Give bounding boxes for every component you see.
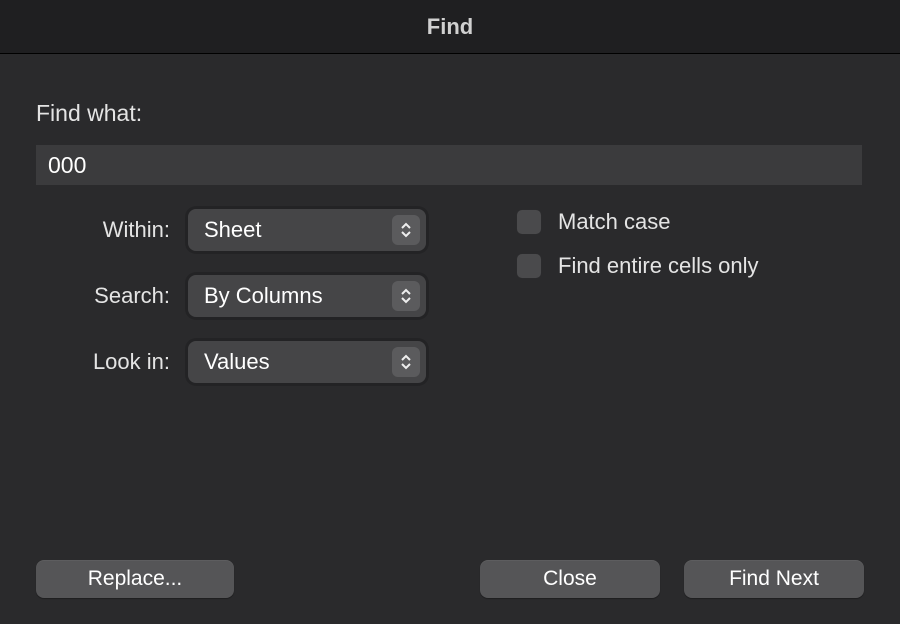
- find-what-label: Find what:: [36, 100, 864, 127]
- entire-cells-row[interactable]: Find entire cells only: [516, 253, 759, 279]
- spacer: [234, 560, 480, 598]
- within-label: Within:: [36, 217, 188, 243]
- within-row: Within: Sheet: [36, 209, 456, 251]
- search-select-value: By Columns: [204, 283, 323, 309]
- lookin-select-value: Values: [204, 349, 270, 375]
- lookin-label: Look in:: [36, 349, 188, 375]
- within-select[interactable]: Sheet: [188, 209, 426, 251]
- options-row: Within: Sheet Search: By Columns: [36, 209, 864, 407]
- lookin-select[interactable]: Values: [188, 341, 426, 383]
- search-label: Search:: [36, 283, 188, 309]
- search-select[interactable]: By Columns: [188, 275, 426, 317]
- entire-cells-label: Find entire cells only: [558, 253, 759, 279]
- chevrons-up-down-icon: [392, 215, 420, 245]
- match-case-label: Match case: [558, 209, 671, 235]
- replace-button[interactable]: Replace...: [36, 560, 234, 598]
- match-case-row[interactable]: Match case: [516, 209, 759, 235]
- entire-cells-checkbox[interactable]: [516, 253, 542, 279]
- within-select-value: Sheet: [204, 217, 262, 243]
- find-next-button[interactable]: Find Next: [684, 560, 864, 598]
- chevrons-up-down-icon: [392, 347, 420, 377]
- left-options-column: Within: Sheet Search: By Columns: [36, 209, 456, 407]
- close-button[interactable]: Close: [480, 560, 660, 598]
- match-case-checkbox[interactable]: [516, 209, 542, 235]
- dialog-content: Find what: Within: Sheet Search: By Colu…: [0, 54, 900, 624]
- lookin-row: Look in: Values: [36, 341, 456, 383]
- button-bar: Replace... Close Find Next: [36, 560, 864, 598]
- right-options-column: Match case Find entire cells only: [516, 209, 759, 407]
- chevrons-up-down-icon: [392, 281, 420, 311]
- titlebar: Find: [0, 0, 900, 54]
- dialog-title: Find: [427, 14, 473, 40]
- find-what-input[interactable]: [36, 145, 862, 185]
- search-row: Search: By Columns: [36, 275, 456, 317]
